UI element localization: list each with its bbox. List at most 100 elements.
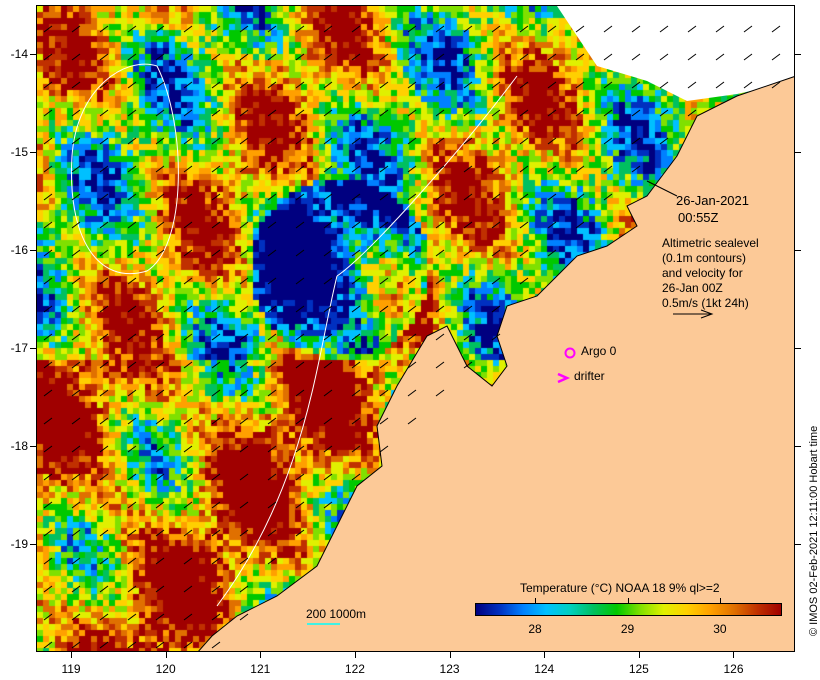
velocity-arrow: [127, 193, 137, 201]
velocity-arrow: [575, 81, 585, 89]
velocity-arrow: [463, 165, 473, 173]
velocity-arrow: [379, 305, 389, 313]
velocity-arrow: [547, 137, 557, 145]
velocity-arrow: [155, 501, 165, 509]
velocity-arrow: [547, 81, 557, 89]
velocity-arrow: [183, 417, 193, 425]
velocity-arrow: [211, 53, 221, 61]
velocity-arrow: [435, 221, 445, 229]
velocity-arrow: [295, 501, 305, 509]
velocity-arrow: [99, 249, 109, 257]
velocity-arrow: [323, 333, 333, 341]
velocity-arrow: [603, 109, 613, 117]
velocity-arrow: [127, 221, 137, 229]
x-tick: [260, 652, 262, 658]
velocity-arrow: [407, 165, 417, 173]
velocity-arrow: [491, 277, 501, 285]
velocity-arrow: [43, 277, 53, 285]
velocity-arrow: [43, 389, 53, 397]
velocity-arrow: [239, 501, 249, 509]
velocity-arrow: [183, 165, 193, 173]
velocity-arrow: [155, 193, 165, 201]
velocity-arrow: [379, 109, 389, 117]
annotation-date: 26-Jan-2021: [676, 193, 749, 208]
velocity-arrow: [127, 529, 137, 537]
velocity-arrow: [267, 473, 277, 481]
velocity-arrow: [575, 109, 585, 117]
y-tick: [30, 446, 36, 448]
missing-data-area: [557, 6, 794, 101]
velocity-arrow: [463, 109, 473, 117]
velocity-arrow: [295, 249, 305, 257]
velocity-arrow: [323, 473, 333, 481]
velocity-arrow: [239, 137, 249, 145]
velocity-arrow: [183, 277, 193, 285]
velocity-arrow: [407, 81, 417, 89]
velocity-arrow: [491, 249, 501, 257]
velocity-arrow: [211, 221, 221, 229]
velocity-arrow: [43, 81, 53, 89]
velocity-arrow: [463, 53, 473, 61]
velocity-arrow: [379, 277, 389, 285]
velocity-arrow: [295, 109, 305, 117]
y-tick: [795, 348, 801, 350]
velocity-arrow: [631, 137, 641, 145]
velocity-arrow: [379, 249, 389, 257]
velocity-arrow: [127, 613, 137, 621]
velocity-arrow: [127, 389, 137, 397]
velocity-arrow: [491, 25, 501, 33]
y-tick: [795, 544, 801, 546]
velocity-arrow: [127, 249, 137, 257]
velocity-arrow: [99, 529, 109, 537]
velocity-arrow: [379, 389, 389, 397]
velocity-arrow: [603, 193, 613, 201]
velocity-arrow: [71, 81, 81, 89]
velocity-arrow: [211, 417, 221, 425]
velocity-arrow: [323, 501, 333, 509]
velocity-arrow: [407, 221, 417, 229]
velocity-arrow: [127, 641, 137, 649]
x-tick: [71, 652, 73, 658]
velocity-arrow: [239, 81, 249, 89]
velocity-arrow: [155, 389, 165, 397]
velocity-arrow: [43, 417, 53, 425]
velocity-arrow: [267, 81, 277, 89]
velocity-arrow: [267, 333, 277, 341]
velocity-arrow: [71, 389, 81, 397]
velocity-arrow: [575, 193, 585, 201]
velocity-arrow: [351, 137, 361, 145]
velocity-arrow: [323, 249, 333, 257]
velocity-arrow: [267, 193, 277, 201]
velocity-arrow: [463, 25, 473, 33]
velocity-arrow: [463, 193, 473, 201]
velocity-arrow: [267, 137, 277, 145]
velocity-arrow: [659, 109, 669, 117]
bathy-legend-label: 200 1000m: [306, 607, 367, 621]
velocity-arrow: [351, 333, 361, 341]
velocity-arrow: [183, 529, 193, 537]
colorbar-title: Temperature (°C) NOAA 18 9% ql>=2: [520, 581, 720, 595]
velocity-arrow: [239, 361, 249, 369]
velocity-arrow: [435, 53, 445, 61]
velocity-arrow: [127, 333, 137, 341]
velocity-arrow: [295, 193, 305, 201]
velocity-arrow: [239, 585, 249, 593]
y-tick: [795, 54, 801, 55]
velocity-arrow: [43, 221, 53, 229]
velocity-arrow: [463, 277, 473, 285]
velocity-arrow: [323, 389, 333, 397]
velocity-arrow: [183, 557, 193, 565]
velocity-arrow: [575, 137, 585, 145]
y-tick: [30, 250, 36, 252]
velocity-arrow: [211, 81, 221, 89]
velocity-arrow: [323, 53, 333, 61]
velocity-arrow: [71, 277, 81, 285]
y-tick-label: -14: [10, 47, 28, 61]
colorbar-tick: [627, 598, 629, 603]
velocity-arrow: [295, 165, 305, 173]
velocity-arrow: [323, 417, 333, 425]
colorbar-tick: [719, 598, 721, 603]
x-tick: [544, 652, 546, 658]
velocity-arrow: [379, 25, 389, 33]
velocity-arrow: [295, 53, 305, 61]
